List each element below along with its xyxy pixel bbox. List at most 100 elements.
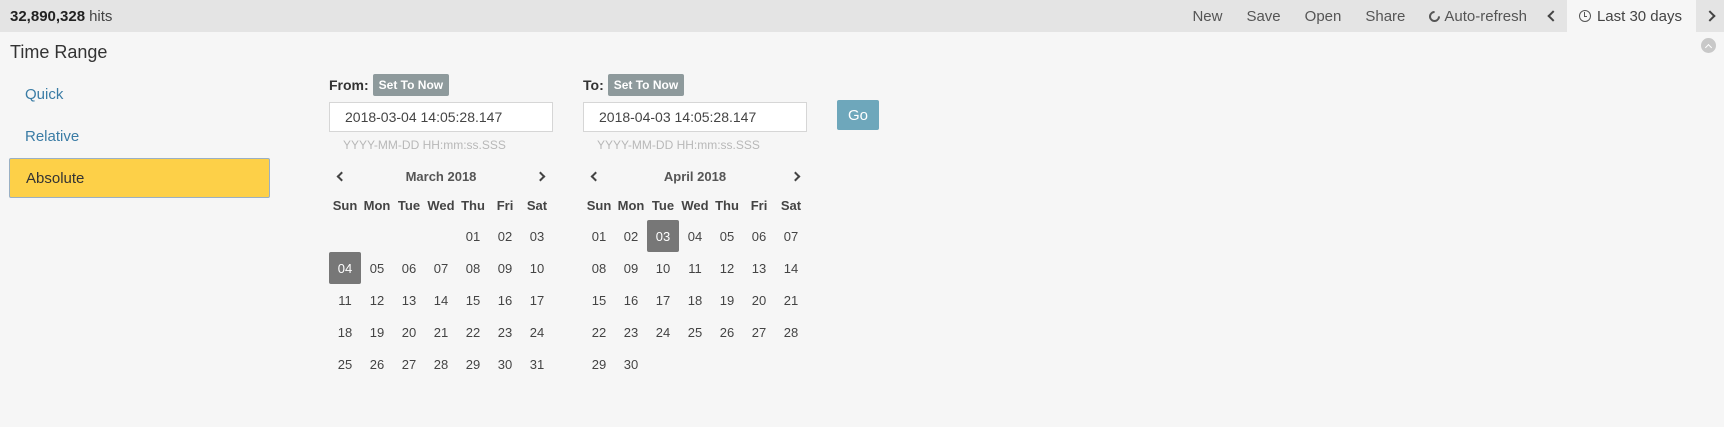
calendar-day[interactable]: 19 xyxy=(711,284,743,316)
calendar-empty-cell xyxy=(425,220,457,252)
calendar-day[interactable]: 01 xyxy=(457,220,489,252)
chevron-right-icon xyxy=(790,171,800,181)
calendar-empty-cell xyxy=(711,348,743,380)
from-prev-month-button[interactable] xyxy=(329,164,353,188)
calendar-day[interactable]: 01 xyxy=(583,220,615,252)
calendar-day[interactable]: 09 xyxy=(489,252,521,284)
calendar-day[interactable]: 17 xyxy=(647,284,679,316)
calendar-day[interactable]: 22 xyxy=(583,316,615,348)
calendar-day[interactable]: 25 xyxy=(679,316,711,348)
hits-label: hits xyxy=(89,7,113,25)
open-button[interactable]: Open xyxy=(1293,0,1354,32)
calendar-day[interactable]: 29 xyxy=(583,348,615,380)
to-date-input[interactable] xyxy=(583,102,807,132)
chevron-left-icon xyxy=(1547,10,1559,22)
clock-icon xyxy=(1578,10,1591,22)
calendar-day[interactable]: 15 xyxy=(583,284,615,316)
calendar-day[interactable]: 10 xyxy=(647,252,679,284)
calendar-day[interactable]: 18 xyxy=(679,284,711,316)
calendar-day[interactable]: 18 xyxy=(329,316,361,348)
calendar-day-selected[interactable]: 04 xyxy=(329,252,361,284)
calendar-day[interactable]: 29 xyxy=(457,348,489,380)
calendar-day-selected[interactable]: 03 xyxy=(647,220,679,252)
weekday-header: Mon xyxy=(617,197,645,213)
calendar-day[interactable]: 30 xyxy=(489,348,521,380)
calendar-day[interactable]: 08 xyxy=(457,252,489,284)
calendar-day[interactable]: 16 xyxy=(615,284,647,316)
calendar-day[interactable]: 20 xyxy=(743,284,775,316)
calendar-day[interactable]: 05 xyxy=(361,252,393,284)
calendar-day[interactable]: 02 xyxy=(489,220,521,252)
calendar-day[interactable]: 14 xyxy=(425,284,457,316)
calendar-day[interactable]: 26 xyxy=(361,348,393,380)
mode-quick[interactable]: Quick xyxy=(9,74,270,114)
refresh-icon xyxy=(1427,8,1443,24)
calendar-day[interactable]: 08 xyxy=(583,252,615,284)
weekday-header: Fri xyxy=(750,197,768,213)
calendar-day[interactable]: 12 xyxy=(711,252,743,284)
calendar-day[interactable]: 02 xyxy=(615,220,647,252)
weekday-header: Wed xyxy=(427,197,455,213)
calendar-day[interactable]: 28 xyxy=(775,316,807,348)
calendar-day[interactable]: 09 xyxy=(615,252,647,284)
new-button[interactable]: New xyxy=(1180,0,1234,32)
calendar-day[interactable]: 24 xyxy=(521,316,553,348)
calendar-day[interactable]: 27 xyxy=(743,316,775,348)
calendar-day[interactable]: 27 xyxy=(393,348,425,380)
from-set-to-now-button[interactable]: Set To Now xyxy=(372,74,450,96)
time-back-button[interactable] xyxy=(1539,0,1567,32)
calendar-day[interactable]: 21 xyxy=(775,284,807,316)
mode-relative[interactable]: Relative xyxy=(9,116,270,156)
calendar-day[interactable]: 17 xyxy=(521,284,553,316)
calendar-day[interactable]: 19 xyxy=(361,316,393,348)
calendar-day[interactable]: 14 xyxy=(775,252,807,284)
to-next-month-button[interactable] xyxy=(783,164,807,188)
calendar-day[interactable]: 07 xyxy=(425,252,457,284)
mode-absolute[interactable]: Absolute xyxy=(9,158,270,198)
calendar-day[interactable]: 04 xyxy=(679,220,711,252)
from-next-month-button[interactable] xyxy=(529,164,553,188)
calendar-day[interactable]: 12 xyxy=(361,284,393,316)
from-month-label[interactable]: March 2018 xyxy=(406,169,477,184)
to-set-to-now-button[interactable]: Set To Now xyxy=(607,74,685,96)
calendar-day[interactable]: 24 xyxy=(647,316,679,348)
from-date-input[interactable] xyxy=(329,102,553,132)
time-range-button[interactable]: Last 30 days xyxy=(1566,0,1696,32)
from-label: From: xyxy=(329,77,369,93)
go-button[interactable]: Go xyxy=(837,100,879,130)
calendar-day[interactable]: 28 xyxy=(425,348,457,380)
calendar-day[interactable]: 03 xyxy=(521,220,553,252)
auto-refresh-button[interactable]: Auto-refresh xyxy=(1417,0,1539,32)
calendar-day[interactable]: 26 xyxy=(711,316,743,348)
calendar-day[interactable]: 05 xyxy=(711,220,743,252)
calendar-day[interactable]: 10 xyxy=(521,252,553,284)
calendar-day[interactable]: 25 xyxy=(329,348,361,380)
share-button[interactable]: Share xyxy=(1353,0,1417,32)
calendar-day[interactable]: 15 xyxy=(457,284,489,316)
calendar-day[interactable]: 11 xyxy=(329,284,361,316)
calendar-day[interactable]: 11 xyxy=(679,252,711,284)
collapse-panel-icon[interactable] xyxy=(1701,38,1716,53)
calendar-day[interactable]: 16 xyxy=(489,284,521,316)
to-prev-month-button[interactable] xyxy=(583,164,607,188)
from-date-block: From: Set To Now YYYY-MM-DD HH:mm:ss.SSS… xyxy=(329,74,553,380)
weekday-header: Thu xyxy=(461,197,485,213)
calendar-day[interactable]: 23 xyxy=(615,316,647,348)
calendar-day[interactable]: 13 xyxy=(743,252,775,284)
calendar-day[interactable]: 06 xyxy=(393,252,425,284)
save-button[interactable]: Save xyxy=(1234,0,1292,32)
to-month-label[interactable]: April 2018 xyxy=(664,169,726,184)
calendar-day[interactable]: 22 xyxy=(457,316,489,348)
time-forward-button[interactable] xyxy=(1696,0,1724,32)
calendar-day[interactable]: 30 xyxy=(615,348,647,380)
weekday-header: Tue xyxy=(397,197,421,213)
calendar-day[interactable]: 07 xyxy=(775,220,807,252)
calendar-empty-cell xyxy=(743,348,775,380)
weekday-header: Sat xyxy=(780,197,802,213)
calendar-day[interactable]: 21 xyxy=(425,316,457,348)
calendar-day[interactable]: 06 xyxy=(743,220,775,252)
calendar-day[interactable]: 23 xyxy=(489,316,521,348)
calendar-day[interactable]: 13 xyxy=(393,284,425,316)
calendar-day[interactable]: 31 xyxy=(521,348,553,380)
calendar-day[interactable]: 20 xyxy=(393,316,425,348)
